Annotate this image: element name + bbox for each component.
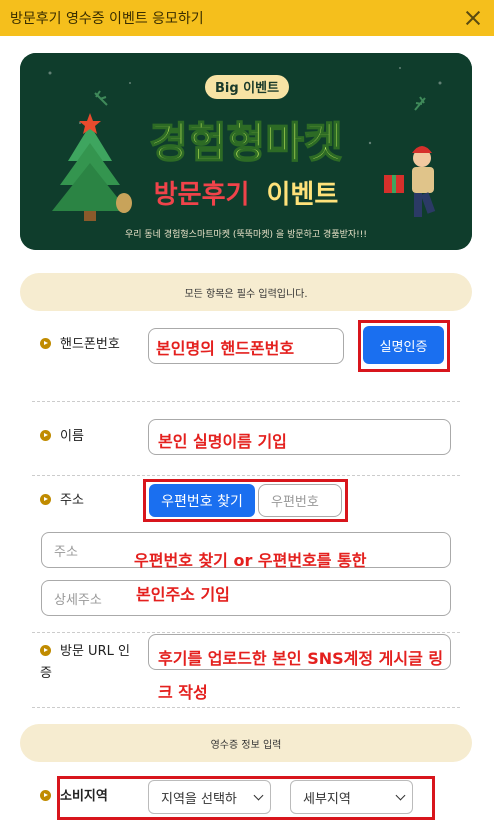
address-annotation-line1: 우편번호 찾기 or 우편번호를 통한 [134, 551, 367, 570]
divider [32, 632, 460, 633]
banner-title: 경험형마켓 [149, 118, 342, 167]
bullet-icon [40, 430, 51, 441]
phone-label: 핸드폰번호 [40, 334, 130, 356]
url-annotation-line2: 크 작성 [158, 683, 208, 702]
url-annotation-line1: 후기를 업로드한 본인 SNS계정 게시글 링 [158, 649, 444, 668]
subregion-select[interactable]: 세부지역 [290, 780, 413, 814]
banner-subtitle: 방문후기 이벤트 [154, 180, 339, 210]
divider [32, 475, 460, 476]
address-label: 주소 [40, 490, 84, 512]
required-notice: 모든 항목은 필수 입력입니다. [20, 273, 472, 311]
modal-title: 방문후기 영수증 이벤트 응모하기 [10, 11, 204, 27]
chevron-down-icon [253, 790, 264, 800]
url-label: 방문 URL 인증 [40, 644, 130, 681]
bullet-icon [40, 338, 51, 349]
close-icon[interactable] [464, 9, 482, 27]
bullet-icon [40, 494, 51, 505]
verify-button[interactable]: 실명인증 [363, 326, 444, 364]
postcode-input[interactable]: 우편번호 [258, 484, 342, 517]
find-postcode-button[interactable]: 우편번호 찾기 [149, 484, 255, 517]
divider [32, 401, 460, 402]
name-annotation: 본인 실명이름 기입 [158, 432, 287, 451]
receipt-notice: 영수증 정보 입력 [20, 724, 472, 762]
event-banner: Big 이벤트 경험형마켓 방문후기 이벤트 우리 동네 경험형스마트마켓 (뚝… [20, 53, 472, 250]
banner-badge: Big 이벤트 [215, 80, 279, 96]
region-select[interactable]: 지역을 선택하 [148, 780, 271, 814]
chevron-down-icon [395, 790, 406, 800]
modal-header: 방문후기 영수증 이벤트 응모하기 [0, 0, 494, 36]
banner-caption: 우리 동네 경험형스마트마켓 (뚝뚝마켓) 을 방문하고 경품받자!!! [125, 228, 367, 240]
divider [32, 707, 460, 708]
detail-address-input[interactable]: 상세주소 [41, 580, 451, 616]
name-label: 이름 [40, 426, 84, 448]
bullet-icon [40, 645, 51, 656]
bullet-icon [40, 790, 51, 801]
event-modal: 방문후기 영수증 이벤트 응모하기 Big 이벤트 경험형마켓 방문후기 이벤트… [0, 0, 494, 829]
phone-annotation: 본인명의 핸드폰번호 [156, 339, 295, 358]
address-annotation-line2: 본인주소 기입 [136, 585, 230, 604]
banner-art: Big 이벤트 경험형마켓 방문후기 이벤트 우리 동네 경험형스마트마켓 (뚝… [20, 53, 472, 250]
region-label: 소비지역 [40, 786, 108, 808]
